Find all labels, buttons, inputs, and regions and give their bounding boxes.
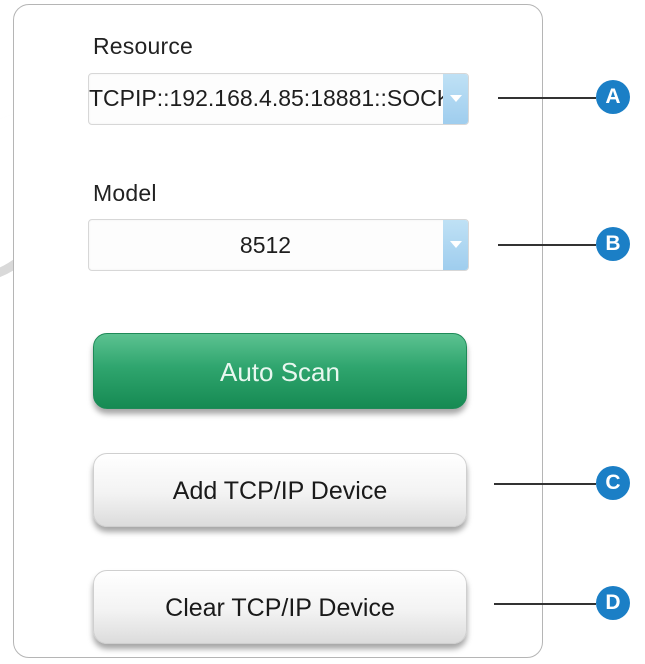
- auto-scan-button[interactable]: Auto Scan: [93, 333, 467, 409]
- add-tcpip-device-button[interactable]: Add TCP/IP Device: [93, 453, 467, 527]
- callout-line-b: [498, 244, 596, 246]
- callout-badge-b: B: [596, 227, 630, 261]
- connection-panel: Resource TCPIP::192.168.4.85:18881::SOCK…: [13, 4, 543, 658]
- resource-dropdown[interactable]: TCPIP::192.168.4.85:18881::SOCKET: [88, 73, 469, 125]
- callout-line-d: [494, 603, 596, 605]
- resource-value: TCPIP::192.168.4.85:18881::SOCKET: [89, 85, 469, 111]
- chevron-down-icon[interactable]: [443, 74, 468, 124]
- callout-badge-d: D: [596, 586, 630, 620]
- model-dropdown[interactable]: 8512: [88, 219, 469, 271]
- chevron-down-icon[interactable]: [443, 220, 468, 270]
- callout-line-a: [498, 97, 596, 99]
- callout-line-c: [494, 483, 596, 485]
- callout-badge-a: A: [596, 80, 630, 114]
- resource-label: Resource: [93, 33, 194, 59]
- callout-badge-c: C: [596, 466, 630, 500]
- clear-tcpip-device-button[interactable]: Clear TCP/IP Device: [93, 570, 467, 644]
- model-value: 8512: [239, 232, 292, 258]
- model-label: Model: [93, 180, 157, 206]
